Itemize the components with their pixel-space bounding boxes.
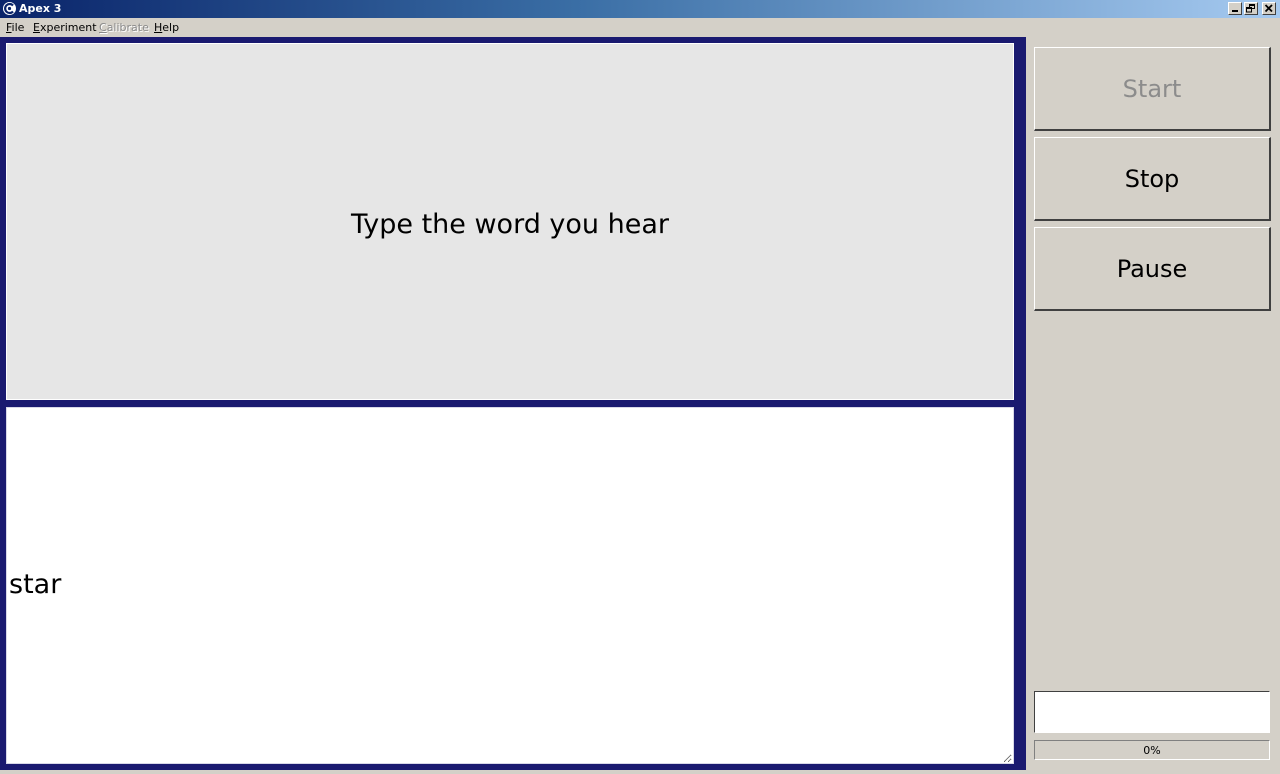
menu-calibrate: Calibrate <box>99 21 149 34</box>
apex-logo-icon <box>3 2 16 15</box>
prompt-panel: Type the word you hear <box>6 43 1014 400</box>
restore-button[interactable] <box>1244 2 1258 15</box>
menu-experiment[interactable]: Experiment <box>33 21 97 34</box>
menu-help[interactable]: Help <box>154 21 179 34</box>
menu-file[interactable]: File <box>6 21 24 34</box>
minimize-icon <box>1232 10 1238 12</box>
experiment-screen: Type the word you hear star <box>0 37 1026 770</box>
progress-label: 0% <box>1143 744 1161 757</box>
minimize-button[interactable] <box>1228 2 1242 15</box>
answer-input[interactable] <box>8 408 1012 763</box>
start-button[interactable]: Start <box>1034 47 1271 131</box>
pause-button[interactable]: Pause <box>1034 227 1271 311</box>
close-icon <box>1264 4 1273 13</box>
close-button[interactable] <box>1262 2 1276 15</box>
progress-bar: 0% <box>1034 740 1270 760</box>
window-title: Apex 3 <box>19 2 62 15</box>
restore-icon <box>1246 4 1255 13</box>
answer-panel[interactable]: star <box>6 407 1014 764</box>
menu-bar: File Experiment Calibrate Help <box>0 18 1280 37</box>
stop-button[interactable]: Stop <box>1034 137 1271 221</box>
title-bar[interactable]: Apex 3 <box>0 0 1280 18</box>
status-field <box>1034 691 1270 733</box>
prompt-label: Type the word you hear <box>350 209 669 240</box>
